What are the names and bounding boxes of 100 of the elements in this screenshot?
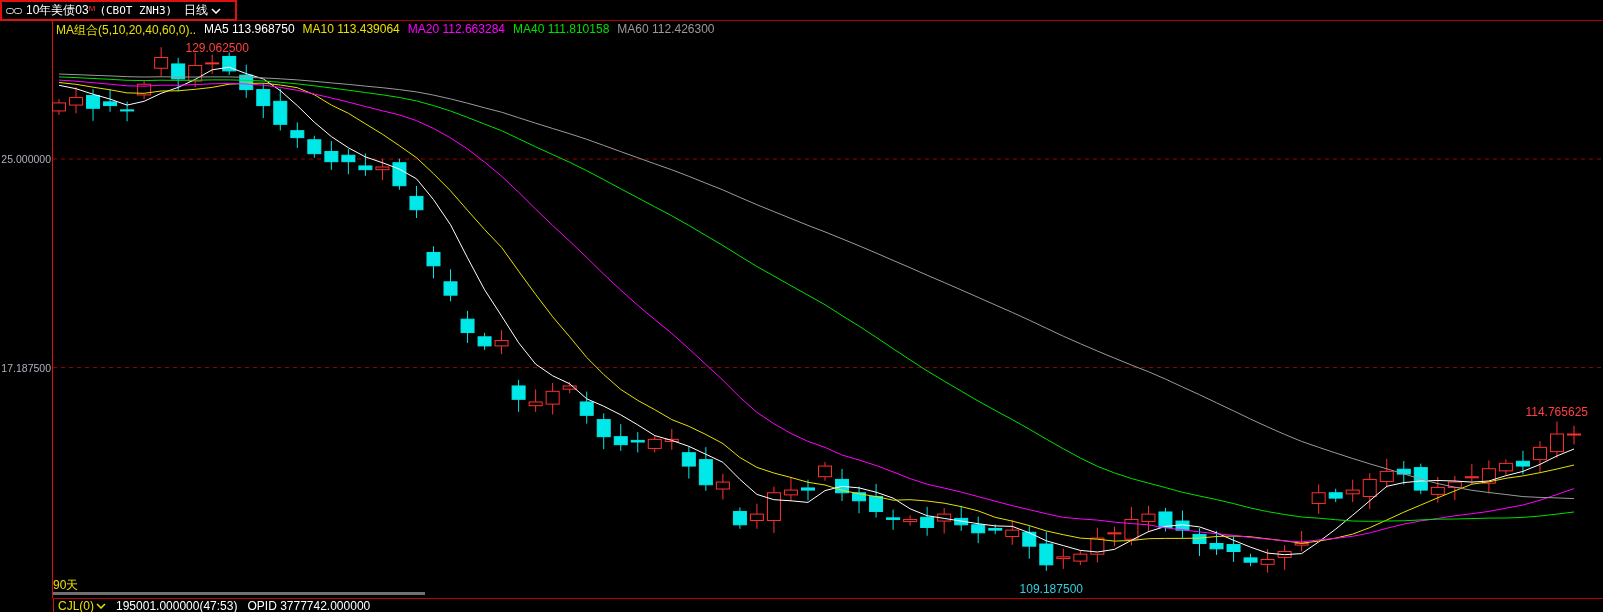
candlestick xyxy=(1158,507,1173,532)
candlestick xyxy=(1039,530,1054,572)
candlestick xyxy=(1073,549,1088,566)
range-label: 90天 xyxy=(53,578,79,592)
candlestick xyxy=(1124,506,1139,546)
moving-average-reading: MA40 111.810158 xyxy=(513,22,610,38)
candlestick xyxy=(494,329,509,355)
candlestick xyxy=(801,479,815,501)
candlestick xyxy=(783,477,798,502)
period-dropdown[interactable]: 日线 xyxy=(184,2,222,19)
candlestick xyxy=(715,473,730,500)
candlestick xyxy=(392,158,407,191)
candlestick xyxy=(290,121,305,149)
candlestick xyxy=(239,64,254,99)
candlestick xyxy=(358,152,373,177)
candlestick xyxy=(1413,463,1428,495)
moving-average-reading: MA60 112.426300 xyxy=(617,22,715,38)
candlestick xyxy=(988,524,1003,535)
candlestick xyxy=(1567,425,1581,445)
price-axis-label: 17.187500 xyxy=(1,361,51,374)
candlestick xyxy=(818,461,832,482)
candlestick xyxy=(1498,458,1513,476)
candlestick xyxy=(749,503,764,530)
candlestick xyxy=(681,446,696,480)
candlestick xyxy=(1532,440,1547,473)
candlestick xyxy=(1175,510,1190,539)
candlestick xyxy=(375,158,390,181)
candlestick xyxy=(1209,530,1224,556)
instrument-title: 10年美债03 xyxy=(26,2,89,19)
candlestick xyxy=(341,148,356,175)
price-marker-label: 109.187500 xyxy=(1019,582,1083,596)
candlestick xyxy=(852,486,867,514)
candlestick xyxy=(613,423,628,452)
candlestick xyxy=(460,310,475,344)
candlestick xyxy=(1022,525,1037,560)
candlestick xyxy=(886,509,901,531)
candlestick xyxy=(1311,483,1326,515)
indicator-dropdown[interactable]: CJL(0) xyxy=(58,598,106,612)
candlestick xyxy=(443,268,458,302)
candlestick xyxy=(1379,458,1394,489)
price-marker-label: 129.062500 xyxy=(185,40,249,55)
candlestick xyxy=(1192,527,1207,557)
candlestick xyxy=(1141,505,1156,533)
candlestick xyxy=(1107,526,1122,547)
moving-average-reading: MA20 112.663284 xyxy=(407,22,505,38)
candlestick xyxy=(647,434,662,453)
candlestick xyxy=(1345,479,1360,503)
candlestick xyxy=(1481,459,1496,495)
candlestick xyxy=(86,88,101,122)
volume-reading: 195001.000000(47:53) xyxy=(116,598,238,612)
candlestick xyxy=(920,506,935,537)
candlestick xyxy=(596,412,611,450)
candlestick xyxy=(732,506,747,530)
candlestick xyxy=(1056,548,1071,570)
scrollbar-thumb[interactable] xyxy=(53,592,425,595)
candlestick xyxy=(222,51,237,76)
instrument-selector[interactable]: 10年美债03$^{M}$ (CBOT ZNH3) 日线 xyxy=(0,0,238,21)
candlestick xyxy=(409,185,424,219)
candlestick xyxy=(1396,460,1411,485)
indicator-group-label[interactable]: MA组合(5,10,20,40,60,0).. xyxy=(56,22,197,39)
candlestick xyxy=(273,88,288,131)
candlestick xyxy=(545,382,560,415)
market-mark: M xyxy=(88,4,96,13)
chevron-down-icon xyxy=(96,602,106,609)
candlestick xyxy=(562,381,577,394)
candlestick xyxy=(1260,548,1275,574)
candlestick xyxy=(426,245,441,279)
candlestick xyxy=(256,82,271,119)
candlestick xyxy=(52,98,66,116)
price-axis-label: 25.000000 xyxy=(1,153,51,165)
instrument-code: (CBOT ZNH3) xyxy=(99,4,173,17)
moving-average-reading: MA5 113.968750 xyxy=(204,22,295,38)
candlestick xyxy=(835,468,850,502)
candlestick xyxy=(630,431,645,453)
candlestick xyxy=(1277,544,1292,571)
open-interest-reading: OPID 3777742.000000 xyxy=(247,598,371,612)
candlestick xyxy=(903,514,918,527)
price-marker-label: 114.765625 xyxy=(1525,405,1588,419)
candlestick xyxy=(120,101,135,122)
candlestick xyxy=(698,446,713,492)
candlestick xyxy=(664,428,679,451)
candlestick xyxy=(528,388,543,413)
chevron-down-icon xyxy=(211,7,222,14)
candlestick xyxy=(103,88,118,113)
candlestick xyxy=(1362,472,1377,510)
candlestick xyxy=(1550,420,1564,459)
candlestick xyxy=(1005,519,1020,546)
candlestick xyxy=(1226,535,1241,563)
candlestick xyxy=(69,86,83,114)
candlestick xyxy=(1328,488,1343,503)
candlestick xyxy=(1243,553,1258,567)
candlestick xyxy=(188,52,203,88)
candlestick xyxy=(1090,527,1105,563)
candlestick xyxy=(869,483,884,519)
candlestick xyxy=(154,46,169,77)
candlestick xyxy=(307,135,322,159)
candlestick xyxy=(579,391,594,425)
candlestick xyxy=(477,332,492,351)
candlestick xyxy=(937,507,952,535)
candlestick xyxy=(766,486,781,534)
